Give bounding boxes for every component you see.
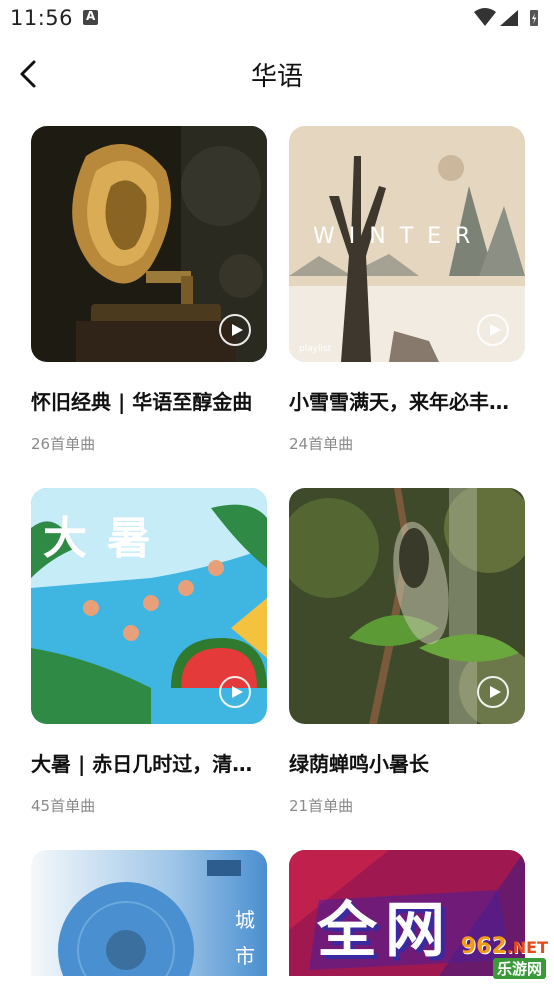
wifi-icon xyxy=(474,8,496,26)
cover-text: 城 xyxy=(235,908,255,932)
playlist-card[interactable]: 绿荫蝉鸣小暑长 21首单曲 xyxy=(289,488,525,816)
watermark-number: 962 xyxy=(460,934,507,959)
signal-icon xyxy=(500,10,518,26)
cover-text: 大暑 xyxy=(43,513,171,564)
playlist-cover[interactable] xyxy=(31,126,267,362)
playlist-title[interactable]: 绿荫蝉鸣小暑长 xyxy=(289,748,529,777)
playlist-track-count: 24首单曲 xyxy=(289,435,354,453)
playlist-track-count: 21首单曲 xyxy=(289,797,354,815)
playlist-card[interactable]: 大暑 大暑 | 赤日几时过，清… 45首单曲 xyxy=(31,488,267,816)
notification-app-icon xyxy=(83,9,98,25)
playlist-cover[interactable]: 城 市 xyxy=(31,850,267,976)
cover-small-text: playlist xyxy=(299,344,332,354)
cover-text: WINTER xyxy=(313,224,485,249)
playlist-track-count: 26首单曲 xyxy=(31,435,96,453)
play-icon[interactable] xyxy=(219,314,251,346)
playlist-card[interactable]: WINTER playlist 小雪雪满天，来年必丰… 24首单曲 xyxy=(289,126,525,454)
play-icon[interactable] xyxy=(219,676,251,708)
playlist-track-count: 45首单曲 xyxy=(31,797,96,815)
playlist-cover[interactable]: 大暑 xyxy=(31,488,267,724)
status-icons xyxy=(474,8,538,26)
playlist-card[interactable]: 怀旧经典 | 华语至醇金曲 26首单曲 xyxy=(31,126,267,454)
status-bar: 11:56 xyxy=(0,0,554,38)
playlist-title[interactable]: 大暑 | 赤日几时过，清… xyxy=(31,748,271,777)
watermark-name: 乐游网 xyxy=(492,958,546,979)
status-time: 11:56 xyxy=(10,6,74,30)
playlist-cover[interactable] xyxy=(289,488,525,724)
playlist-card[interactable]: 城 市 xyxy=(31,850,267,976)
playlist-title[interactable]: 怀旧经典 | 华语至醇金曲 xyxy=(31,386,271,415)
playlist-title[interactable]: 小雪雪满天，来年必丰… xyxy=(289,386,529,415)
page-title: 华语 xyxy=(250,62,303,92)
play-icon[interactable] xyxy=(477,676,509,708)
playlist-cover[interactable]: WINTER playlist xyxy=(289,126,525,362)
cover-text: 市 xyxy=(235,944,255,968)
site-watermark-logo: 962.NET 乐游网 xyxy=(406,934,548,979)
top-app-bar: 华语 xyxy=(0,38,554,110)
watermark-suffix: .NET xyxy=(506,938,548,957)
play-icon[interactable] xyxy=(477,314,509,346)
